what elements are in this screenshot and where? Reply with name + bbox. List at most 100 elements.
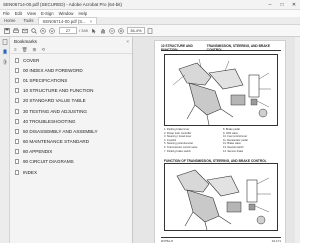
window-controls: – □ ✕ (264, 0, 300, 10)
new-bookmark-icon[interactable]: ⊞ (33, 47, 37, 53)
bookmark-item[interactable]: 10 STRUCTURE AND FUNCTION (11, 86, 132, 96)
pdf-page: 10 STRUCTURE AND FUNCTION TRANSMISSION, … (154, 40, 286, 243)
bookmark-item[interactable]: 01 SPECIFICATIONS (11, 75, 132, 85)
page-total: / 349 (79, 28, 88, 33)
menu-window[interactable]: Window (59, 11, 74, 16)
bookmark-item[interactable]: 20 STANDARD VALUE TABLE (11, 96, 132, 106)
menu-file[interactable]: File (3, 11, 10, 16)
tab-document[interactable]: SEN06714-00.pdf (S... × (37, 17, 98, 24)
bookmark-label: 01 SPECIFICATIONS (23, 77, 68, 83)
bookmark-list: COVER 00 INDEX AND FOREWORD 01 SPECIFICA… (11, 55, 132, 177)
attachment-icon[interactable] (0, 57, 10, 67)
part-caption: 14. Service brake (223, 149, 244, 153)
minimize-button[interactable]: – (264, 0, 276, 10)
page-down-icon[interactable] (48, 27, 55, 34)
menu-bar: File Edit View E-Sign Window Help (0, 10, 300, 17)
menu-help[interactable]: Help (78, 11, 87, 16)
bookmark-label: 50 DISASSEMBLY AND ASSEMBLY (23, 128, 98, 134)
close-window-button[interactable]: ✕ (288, 0, 300, 10)
bookmark-label: 10 STRUCTURE AND FUNCTION (23, 88, 94, 94)
page-fit-icon[interactable] (147, 27, 154, 34)
page-header: 10 STRUCTURE AND FUNCTION TRANSMISSION, … (161, 43, 281, 52)
page-up-icon[interactable] (39, 27, 46, 34)
bookmark-label: 20 STANDARD VALUE TABLE (23, 98, 86, 104)
model-number: D375A-8 (161, 239, 173, 243)
menu-esign[interactable]: E-Sign (41, 11, 54, 16)
print-icon[interactable] (12, 27, 19, 34)
page-number-input[interactable]: 27 (59, 27, 77, 34)
bookmark-page-icon (15, 169, 19, 175)
navigation-icon-rail (0, 37, 10, 243)
tab-tools-label: Tools (23, 18, 34, 23)
document-view[interactable]: 10 STRUCTURE AND FUNCTION TRANSMISSION, … (133, 37, 300, 243)
bookmark-item[interactable]: 60 MAINTENANCE STANDARD (11, 137, 132, 147)
bookmark-page-icon (15, 108, 19, 114)
menu-edit[interactable]: Edit (15, 11, 22, 16)
tab-tools[interactable]: Tools (19, 17, 37, 24)
search-icon[interactable] (30, 27, 37, 34)
bookmark-label: INDEX (23, 169, 38, 175)
bookmark-item[interactable]: COVER (11, 55, 132, 65)
zoom-out-icon[interactable] (109, 27, 116, 34)
window-title: SEN06714-00.pdf (SECURED) - Adobe Acroba… (3, 2, 123, 7)
bookmark-item[interactable]: INDEX (11, 167, 132, 177)
close-panel-icon[interactable]: × (126, 39, 132, 44)
bookmark-options-icon[interactable]: ≡ (14, 47, 17, 52)
menu-view[interactable]: View (27, 11, 36, 16)
bookmark-page-icon (15, 128, 19, 134)
bookmark-item[interactable]: 40 TROUBLESHOOTING (11, 116, 132, 126)
bookmark-label: 30 TESTING AND ADJUSTING (23, 108, 87, 114)
bookmarks-tools: ≡ 🗑 ⊞ ⟲ (11, 46, 132, 54)
bookmark-item[interactable]: 50 DISASSEMBLY AND ASSEMBLY (11, 126, 132, 136)
bookmark-page-icon (15, 139, 19, 145)
bookmark-page-icon (15, 88, 19, 94)
zoom-in-icon[interactable] (118, 27, 125, 34)
bookmark-page-icon (15, 77, 19, 83)
part-caption: 7. Parking brake switch (164, 149, 191, 153)
bookmark-label: 00 INDEX AND FOREWORD (23, 67, 83, 73)
bookmark-page-icon (15, 118, 19, 124)
tab-close-icon[interactable]: × (90, 19, 93, 24)
control-linkage-figure (164, 54, 278, 126)
bookmark-item[interactable]: 00 INDEX AND FOREWORD (11, 65, 132, 75)
tab-home[interactable]: Home (0, 17, 19, 24)
bookmark-item[interactable]: 90 CIRCUIT DIAGRAMS (11, 157, 132, 167)
window-titlebar: SEN06714-00.pdf (SECURED) - Adobe Acroba… (0, 0, 300, 10)
bookmarks-panel: Bookmarks × ≡ 🗑 ⊞ ⟲ COVER 00 INDEX AND F… (0, 37, 133, 243)
cursor-icon[interactable] (91, 27, 98, 34)
toolbar: 27 / 349 36.4% (0, 25, 300, 37)
zoom-level-input[interactable]: 36.4% (126, 27, 145, 34)
maximize-button[interactable]: □ (276, 0, 288, 10)
bookmarks-title: Bookmarks (14, 39, 37, 44)
bookmark-label: 90 CIRCUIT DIAGRAMS (23, 159, 74, 165)
tab-bar: Home Tools SEN06714-00.pdf (S... × (0, 17, 300, 25)
page-header-section: 10 STRUCTURE AND FUNCTION (161, 43, 193, 52)
page-thumbnails-icon[interactable] (0, 37, 10, 47)
bookmark-label: 60 MAINTENANCE STANDARD (23, 139, 90, 145)
bookmark-page-icon (15, 159, 19, 165)
bookmark-page-icon (15, 149, 19, 155)
hand-icon[interactable] (100, 27, 107, 34)
save-icon[interactable] (3, 27, 10, 34)
mail-icon[interactable] (21, 27, 28, 34)
bookmark-label: 80 APPENDIX (23, 149, 53, 155)
page-number: 10-171 (271, 239, 281, 243)
part-caption-list: 1. Parking brake lever 8. Brake pedal 2.… (164, 128, 278, 153)
tab-home-label: Home (4, 18, 16, 23)
page-footer: D375A-8 10-171 (161, 237, 281, 243)
bookmark-label: 40 TROUBLESHOOTING (23, 118, 76, 124)
bookmark-page-icon (15, 98, 19, 104)
bookmark-item[interactable]: 30 TESTING AND ADJUSTING (11, 106, 132, 116)
bookmark-item[interactable]: 80 APPENDIX (11, 147, 132, 157)
page-header-topic: TRANSMISSION, STEERING, AND BRAKE CONTRO… (206, 43, 270, 52)
vertical-scrollbar[interactable] (295, 37, 300, 243)
bookmark-label: COVER (23, 57, 40, 63)
expand-bookmark-icon[interactable]: ⟲ (41, 47, 45, 53)
bookmark-icon[interactable] (0, 47, 10, 57)
bookmark-page-icon (15, 57, 19, 63)
control-function-figure (164, 163, 278, 231)
tab-document-label: SEN06714-00.pdf (S... (42, 18, 86, 24)
delete-bookmark-icon[interactable]: 🗑 (22, 47, 28, 53)
bookmarks-header: Bookmarks × (11, 37, 132, 46)
bookmark-page-icon (15, 67, 19, 73)
